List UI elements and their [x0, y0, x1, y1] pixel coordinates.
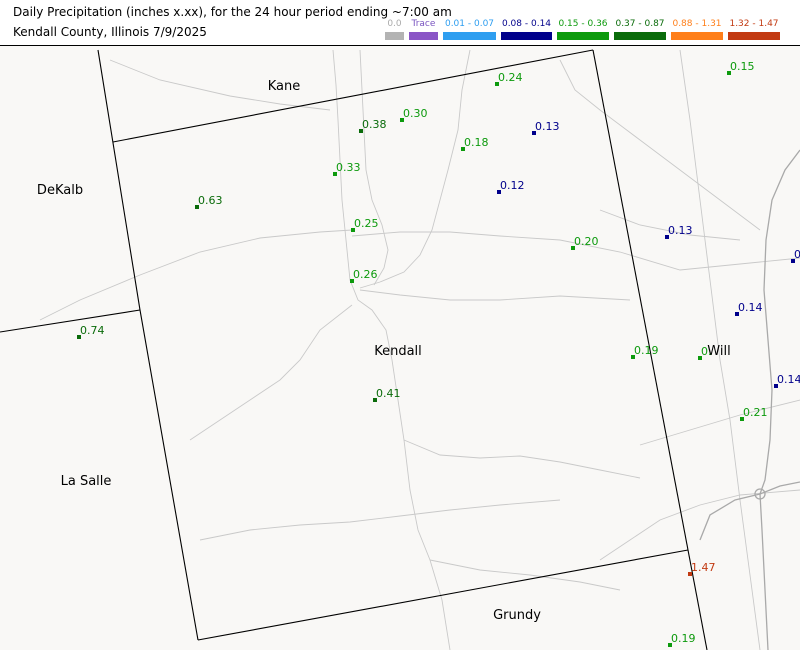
county-boundaries	[0, 49, 708, 650]
county-line	[97, 49, 199, 641]
road	[559, 59, 761, 231]
map-header: Daily Precipitation (inches x.xx), for t…	[0, 0, 800, 46]
station-value: 0.21	[743, 406, 768, 419]
road	[189, 304, 353, 441]
map-area[interactable]: Kane DeKalb Kendall La Salle Will Grundy…	[0, 46, 800, 650]
map-title: Daily Precipitation (inches x.xx), for t…	[13, 5, 452, 19]
station-value: 1.47	[691, 561, 716, 574]
legend-label: 0.37 - 0.87	[615, 19, 665, 29]
road	[429, 559, 621, 591]
station-value: 0.26	[353, 268, 378, 281]
legend-item-0-15-0-36: 0.15 - 0.36	[557, 19, 609, 40]
station-value: 0.33	[336, 161, 361, 174]
road	[599, 489, 800, 561]
legend-label: 0.0	[387, 19, 402, 29]
station-value: 0.13	[668, 224, 693, 237]
legend-item-0-88-1-31: 0.88 - 1.31	[671, 19, 723, 40]
station-value: 0.12	[500, 179, 525, 192]
legend-item-0-37-0-87: 0.37 - 0.87	[614, 19, 666, 40]
highway	[699, 493, 761, 541]
legend-label: 1.32 - 1.47	[729, 19, 779, 29]
legend-label: 0.15 - 0.36	[558, 19, 608, 29]
highway	[759, 149, 800, 495]
road	[39, 229, 353, 321]
county-label-la-salle: La Salle	[60, 474, 112, 489]
station-value: 0.19	[634, 344, 659, 357]
legend-swatch	[409, 32, 438, 40]
county-line	[112, 49, 594, 143]
legend-label: 0.88 - 1.31	[672, 19, 722, 29]
station-value: 0.41	[376, 387, 401, 400]
county-line	[197, 549, 689, 641]
legend-swatch	[443, 32, 496, 40]
legend-label: 0.01 - 0.07	[444, 19, 495, 29]
legend-label: Trace	[411, 19, 436, 29]
county-label-grundy: Grundy	[493, 608, 541, 623]
station-value: 0.14	[777, 373, 800, 386]
station-value: 0.13	[535, 120, 560, 133]
county-line	[0, 309, 141, 333]
station-value: 0.18	[464, 136, 489, 149]
legend-item-zero: 0.0	[385, 19, 404, 40]
legend-swatch	[614, 32, 666, 40]
highway	[759, 493, 769, 650]
county-label-dekalb: DeKalb	[36, 183, 84, 198]
station-value: 0.74	[80, 324, 105, 337]
legend-item-trace: Trace	[409, 19, 438, 40]
station-value: 0.	[701, 345, 712, 358]
legend-swatch	[671, 32, 723, 40]
station-value: 0	[794, 248, 800, 261]
road	[359, 49, 389, 286]
station-value: 0.24	[498, 71, 523, 84]
legend-item-0-01-0-07: 0.01 - 0.07	[443, 19, 496, 40]
legend-swatch	[385, 32, 404, 40]
station-value: 0.20	[574, 235, 599, 248]
road	[359, 49, 471, 289]
station-value: 0.19	[671, 632, 696, 645]
highway	[759, 481, 800, 495]
road	[403, 439, 641, 479]
station-value: 0.63	[198, 194, 223, 207]
station-value: 0.30	[403, 107, 428, 120]
legend-swatch	[557, 32, 609, 40]
legend-label: 0.08 - 0.14	[501, 19, 552, 29]
legend-item-1-32-1-47: 1.32 - 1.47	[728, 19, 780, 40]
station-value: 0.38	[362, 118, 387, 131]
map-subtitle: Kendall County, Illinois 7/9/2025	[13, 25, 207, 39]
county-label-kane: Kane	[267, 79, 301, 94]
county-line	[592, 49, 689, 551]
station-value: 0.14	[738, 301, 763, 314]
road	[199, 499, 561, 541]
legend-item-0-08-0-14: 0.08 - 0.14	[501, 19, 552, 40]
station-value: 0.25	[354, 217, 379, 230]
legend-swatch	[728, 32, 780, 40]
station-value: 0.15	[730, 60, 755, 73]
county-label-kendall: Kendall	[374, 344, 422, 359]
legend-swatch	[501, 32, 552, 40]
road	[359, 289, 631, 301]
